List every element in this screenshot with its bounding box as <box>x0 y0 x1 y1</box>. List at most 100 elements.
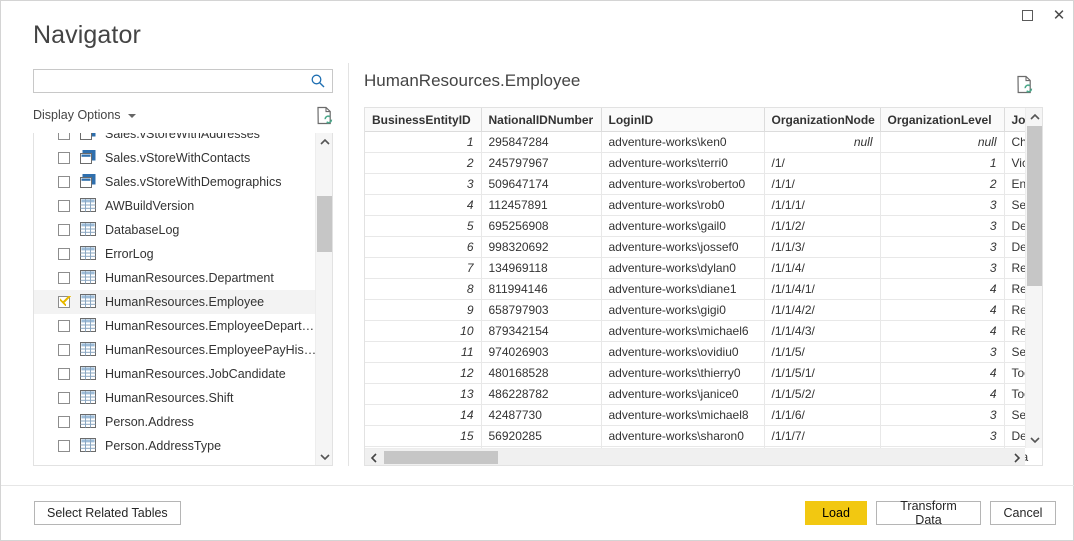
checkbox[interactable] <box>58 176 70 188</box>
column-header[interactable]: LoginID <box>601 108 765 132</box>
table-body: 1 295847284 adventure-works\ken0 null null Ch… <box>365 131 1042 465</box>
list-item[interactable]: HumanResources.Employee <box>34 290 317 314</box>
select-related-tables-button[interactable]: Select Related Tables <box>34 501 181 525</box>
list-item-label: Sales.vStoreWithContacts <box>105 151 251 165</box>
table-cell: adventure-works\michael8 <box>601 404 765 426</box>
table-cell: adventure-works\ovidiu0 <box>601 341 765 363</box>
preview-scroll-left-icon[interactable] <box>365 449 382 465</box>
table-row[interactable]: 3 509647174 adventure-works\roberto0/1/1/2… <box>365 173 1042 195</box>
checkbox[interactable] <box>58 392 70 404</box>
table-row[interactable]: 12 480168528 adventure-works\thierry0/1/1/… <box>365 362 1042 384</box>
list-item[interactable]: AWBuildVersion <box>34 194 317 218</box>
checkbox-checked[interactable] <box>58 296 71 308</box>
table-cell: 974026903 <box>481 341 602 363</box>
checkbox[interactable] <box>58 133 70 140</box>
preview-grid[interactable]: BusinessEntityID NationalIDNumber LoginID O… <box>364 107 1043 466</box>
checkbox[interactable] <box>58 440 70 452</box>
list-item[interactable]: Sales.vStoreWithAddresses <box>34 133 317 146</box>
table-cell: adventure-works\ken0 <box>601 131 765 153</box>
table-row[interactable]: 5 695256908 adventure-works\gail0/1/1/2/3 D… <box>365 215 1042 237</box>
preview-horizontal-scrollbar[interactable] <box>365 448 1025 465</box>
load-button[interactable]: Load <box>805 501 867 525</box>
list-item[interactable]: ErrorLog <box>34 242 317 266</box>
preview-scroll-down-icon[interactable] <box>1026 431 1042 448</box>
table-row[interactable]: 9 658797903 adventure-works\gigi0/1/1/4/2/… <box>365 299 1042 321</box>
maximize-button[interactable] <box>1011 1 1043 29</box>
footer-divider <box>1 485 1074 486</box>
column-header[interactable]: OrganizationLevel <box>880 108 1005 132</box>
table-row[interactable]: 6 998320692 adventure-works\jossef0/1/1/3/… <box>365 236 1042 258</box>
table-cell: 9 <box>365 299 482 321</box>
table-row[interactable]: 4 112457891 adventure-works\rob0/1/1/1/3 Se… <box>365 194 1042 216</box>
list-item-label: HumanResources.Shift <box>105 391 234 405</box>
table-cell: /1/1/ <box>764 173 881 195</box>
table-cell: adventure-works\rob0 <box>601 194 765 216</box>
table-row[interactable]: 2 245797967 adventure-works\terri0/1/1 Vic <box>365 152 1042 174</box>
table-cell: /1/1/1/ <box>764 194 881 216</box>
table-row[interactable]: 8 811994146 adventure-works\diane1/1/1/4/1… <box>365 278 1042 300</box>
object-list-scroll-thumb[interactable] <box>317 196 332 252</box>
checkbox[interactable] <box>58 248 70 260</box>
table-cell: 4 <box>880 278 1005 300</box>
table-row[interactable]: 7 134969118 adventure-works\dylan0/1/1/4/3… <box>365 257 1042 279</box>
refresh-preview-icon-left[interactable] <box>316 106 333 125</box>
preview-scroll-thumb[interactable] <box>1027 126 1042 286</box>
table-row[interactable]: 15 56920285 adventure-works\sharon0/1/1/7/… <box>365 425 1042 447</box>
list-item[interactable]: Person.AddressType <box>34 434 317 458</box>
table-cell: adventure-works\roberto0 <box>601 173 765 195</box>
preview-scroll-right-icon[interactable] <box>1008 449 1025 465</box>
table-row[interactable]: 1 295847284 adventure-works\ken0 null null Ch… <box>365 131 1042 153</box>
table-cell: 5 <box>365 215 482 237</box>
table-cell: 13 <box>365 383 482 405</box>
checkbox[interactable] <box>58 224 70 236</box>
checkbox[interactable] <box>58 200 70 212</box>
table-cell: 879342154 <box>481 320 602 342</box>
list-item[interactable]: HumanResources.Department <box>34 266 317 290</box>
list-item[interactable]: Person.Address <box>34 410 317 434</box>
table-cell: 4 <box>880 299 1005 321</box>
column-header[interactable]: OrganizationNode <box>764 108 881 132</box>
table-cell: 509647174 <box>481 173 602 195</box>
table-cell: adventure-works\terri0 <box>601 152 765 174</box>
table-row[interactable]: 14 42487730 adventure-works\michael8/1/1/6… <box>365 404 1042 426</box>
table-row[interactable]: 13 486228782 adventure-works\janice0/1/1/5… <box>365 383 1042 405</box>
checkbox[interactable] <box>58 152 70 164</box>
object-list-scrollbar[interactable] <box>315 133 332 465</box>
list-item[interactable]: HumanResources.EmployeePayHistory <box>34 338 317 362</box>
table-cell: /1/1/7/ <box>764 425 881 447</box>
list-item-label: HumanResources.Employee <box>105 295 265 309</box>
list-item[interactable]: Sales.vStoreWithContacts <box>34 146 317 170</box>
checkbox[interactable] <box>58 344 70 356</box>
display-options-dropdown[interactable]: Display Options <box>33 108 136 122</box>
search-input[interactable] <box>34 70 304 92</box>
column-header[interactable]: BusinessEntityID <box>365 108 482 132</box>
transform-data-button[interactable]: Transform Data <box>876 499 981 527</box>
table-row[interactable]: 11 974026903 adventure-works\ovidiu0/1/1/5… <box>365 341 1042 363</box>
scroll-down-icon[interactable] <box>316 448 332 465</box>
checkbox[interactable] <box>58 368 70 380</box>
list-item[interactable]: HumanResources.EmployeeDepartmen... <box>34 314 317 338</box>
list-item[interactable]: HumanResources.JobCandidate <box>34 362 317 386</box>
list-item[interactable]: HumanResources.Shift <box>34 386 317 410</box>
table-icon <box>80 197 105 215</box>
search-box[interactable] <box>33 69 333 93</box>
preview-hscroll-thumb[interactable] <box>384 451 498 464</box>
close-button[interactable]: ✕ <box>1043 1 1074 29</box>
cancel-button[interactable]: Cancel <box>990 501 1056 525</box>
preview-scroll-up-icon[interactable] <box>1026 108 1042 125</box>
column-header[interactable]: NationalIDNumber <box>481 108 602 132</box>
table-cell: /1/1/5/1/ <box>764 362 881 384</box>
preview-vertical-scrollbar[interactable] <box>1025 108 1042 448</box>
checkbox[interactable] <box>58 416 70 428</box>
object-list[interactable]: Sales.vStoreWithAddresses Sales.vStoreWit… <box>33 133 333 466</box>
footer-left: Select Related Tables <box>34 501 181 525</box>
refresh-preview-icon-right[interactable] <box>1016 75 1033 94</box>
table-icon <box>80 293 105 311</box>
scroll-up-icon[interactable] <box>316 133 332 150</box>
checkbox[interactable] <box>58 272 70 284</box>
list-item[interactable]: Sales.vStoreWithDemographics <box>34 170 317 194</box>
table-row[interactable]: 10 879342154 adventure-works\michael6/1/1/… <box>365 320 1042 342</box>
view-icon <box>80 173 105 191</box>
list-item[interactable]: DatabaseLog <box>34 218 317 242</box>
checkbox[interactable] <box>58 320 70 332</box>
